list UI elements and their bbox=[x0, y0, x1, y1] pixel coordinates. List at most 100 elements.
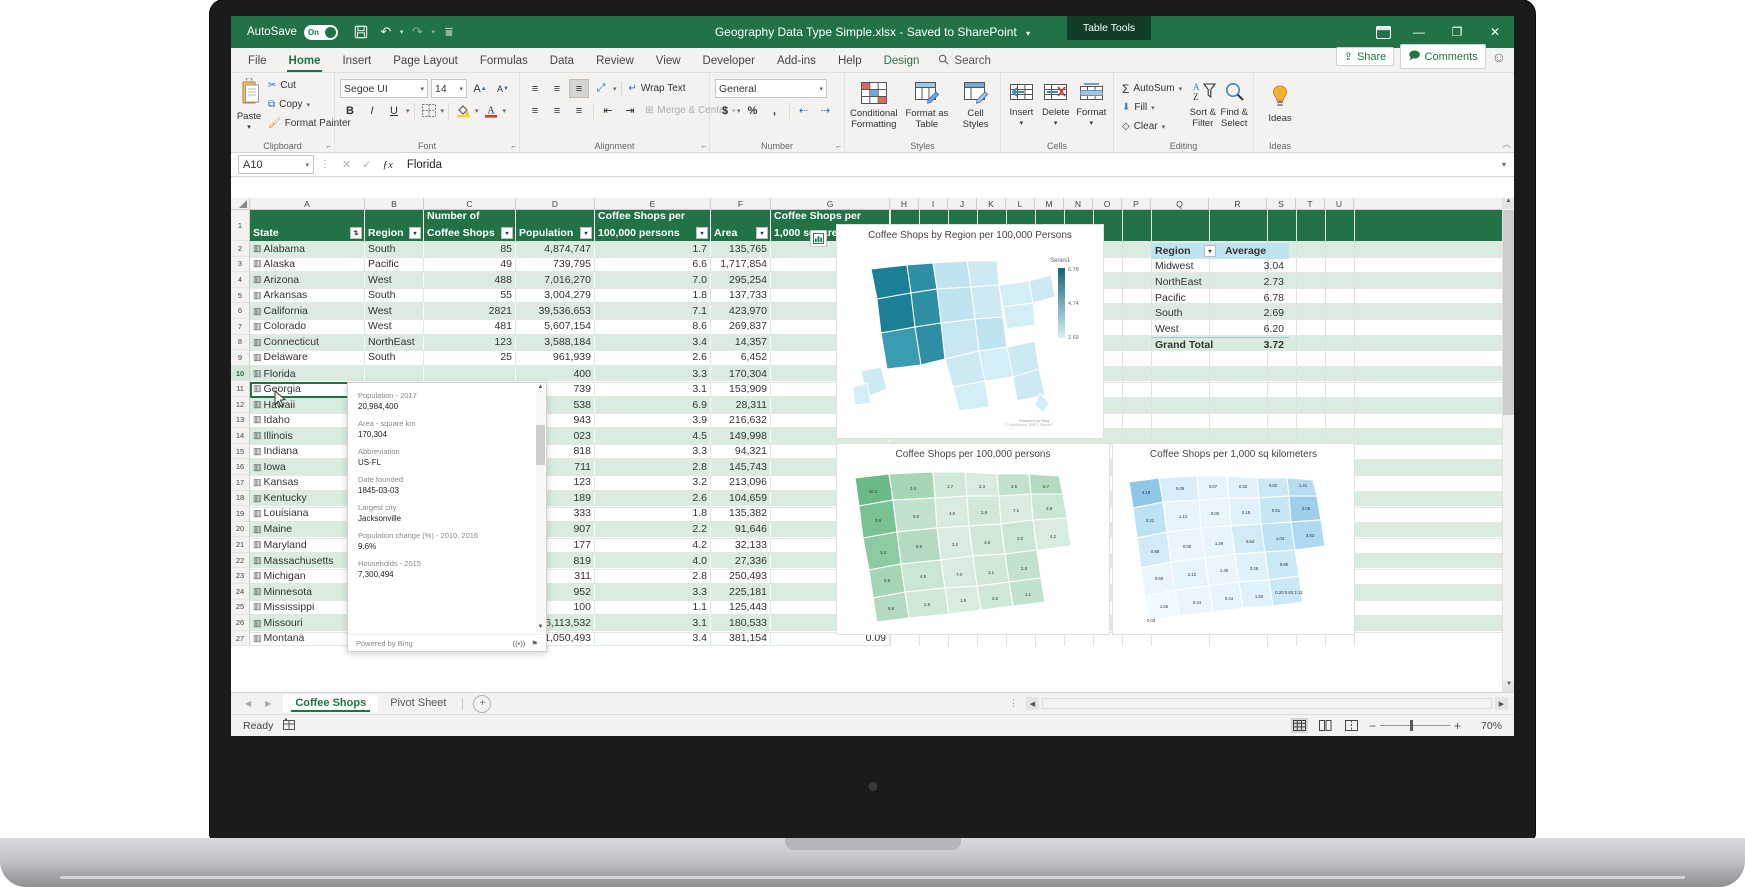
scroll-up-icon[interactable]: ▲ bbox=[1503, 198, 1514, 209]
row-header-27[interactable]: 27 bbox=[231, 631, 249, 647]
table-cell-area[interactable]: 145,743 bbox=[711, 459, 771, 475]
table-cell-area[interactable]: 295,254 bbox=[711, 272, 771, 288]
underline-caret-icon[interactable]: ▾ bbox=[406, 107, 410, 115]
column-header-I[interactable]: I bbox=[919, 198, 948, 209]
table-cell-shops[interactable] bbox=[424, 366, 516, 382]
table-cell-per100k[interactable]: 4.2 bbox=[595, 537, 711, 553]
table-cell-per100k[interactable]: 3.4 bbox=[595, 335, 711, 351]
table-cell-region[interactable]: South bbox=[365, 241, 424, 257]
table-cell-region[interactable]: West bbox=[365, 303, 424, 319]
tab-data[interactable]: Data bbox=[539, 52, 585, 72]
table-cell-area[interactable]: 170,304 bbox=[711, 366, 771, 382]
font-dialog-launcher[interactable]: ⌐ bbox=[511, 142, 516, 151]
accept-icon[interactable]: ✓ bbox=[362, 158, 371, 171]
data-card-scroll-up-icon[interactable]: ▲ bbox=[536, 384, 545, 393]
filter-button-shops[interactable]: ▾ bbox=[501, 227, 513, 239]
hscroll-right-icon[interactable]: ▶ bbox=[1495, 697, 1508, 710]
fill-color-button[interactable] bbox=[453, 101, 473, 120]
filter-button-region[interactable]: ▾ bbox=[409, 227, 421, 239]
undo-icon[interactable]: ↶ bbox=[375, 21, 397, 43]
row-header-10[interactable]: 10 bbox=[231, 366, 249, 382]
font-color-caret-icon[interactable]: ▾ bbox=[503, 107, 507, 115]
row-header-4[interactable]: 4 bbox=[231, 272, 249, 288]
column-header-Q[interactable]: Q bbox=[1151, 198, 1209, 209]
column-header-P[interactable]: P bbox=[1122, 198, 1151, 209]
column-header-T[interactable]: T bbox=[1296, 198, 1325, 209]
conditional-formatting-button[interactable]: Conditional Formatting bbox=[850, 80, 898, 130]
insert-caret-icon[interactable]: ▾ bbox=[1020, 119, 1024, 127]
row-header-17[interactable]: 17 bbox=[231, 475, 249, 491]
tab-formulas[interactable]: Formulas bbox=[469, 52, 539, 72]
row-header-2[interactable]: 2 bbox=[231, 241, 249, 257]
table-cell-area[interactable]: 381,154 bbox=[711, 631, 771, 647]
table-cell-region[interactable]: South bbox=[365, 350, 424, 366]
autosave-toggle[interactable]: On bbox=[304, 25, 338, 40]
table-cell-area[interactable]: 153,909 bbox=[711, 381, 771, 397]
table-cell-population[interactable]: 4,874,747 bbox=[516, 241, 595, 257]
row-header-7[interactable]: 7 bbox=[231, 319, 249, 335]
collapse-ribbon-icon[interactable]: ︿ bbox=[1502, 137, 1511, 150]
column-header-O[interactable]: O bbox=[1093, 198, 1122, 209]
tab-add-ins[interactable]: Add-ins bbox=[766, 52, 827, 72]
filter-button-population[interactable]: ▾ bbox=[580, 227, 592, 239]
align-right-button[interactable]: ≡ bbox=[569, 101, 589, 120]
select-all-corner[interactable] bbox=[231, 198, 250, 209]
table-cell-region[interactable]: South bbox=[365, 288, 424, 304]
clipboard-dialog-launcher[interactable]: ⌐ bbox=[326, 142, 331, 151]
column-header-F[interactable]: F bbox=[711, 198, 771, 209]
clear-caret-icon[interactable]: ▾ bbox=[1162, 123, 1166, 131]
tab-home[interactable]: Home bbox=[278, 52, 332, 72]
qat-more-icon[interactable]: ⩸ bbox=[438, 21, 460, 43]
tab-page-layout[interactable]: Page Layout bbox=[382, 52, 469, 72]
horizontal-scrollbar[interactable] bbox=[1042, 698, 1492, 709]
comments-button[interactable]: 🗩 Comments bbox=[1400, 44, 1485, 69]
table-cell-region[interactable]: Pacific bbox=[365, 257, 424, 273]
redo-icon[interactable]: ↷ bbox=[406, 21, 428, 43]
table-cell-area[interactable]: 1,717,854 bbox=[711, 257, 771, 273]
document-title-caret-icon[interactable]: ▾ bbox=[1026, 29, 1030, 38]
row-header-22[interactable]: 22 bbox=[231, 553, 249, 569]
table-cell-state[interactable]: ▥Alabama bbox=[250, 241, 365, 257]
geography-data-card[interactable]: Population - 2017 20,984,400 Area - squa… bbox=[347, 382, 547, 652]
format-as-table-button[interactable]: Format as Table bbox=[905, 80, 950, 130]
zoom-in-button[interactable]: + bbox=[1454, 719, 1461, 733]
increase-indent-button[interactable]: ⇥ bbox=[620, 101, 640, 120]
redo-caret-icon[interactable]: ▾ bbox=[431, 28, 435, 36]
row-header-11[interactable]: 11 bbox=[231, 381, 249, 397]
table-cell-state[interactable]: ▥Alaska bbox=[250, 257, 365, 273]
add-sheet-button[interactable]: + bbox=[473, 695, 491, 713]
column-header-G[interactable]: G bbox=[771, 198, 890, 209]
fill-color-caret-icon[interactable]: ▾ bbox=[475, 107, 479, 115]
cancel-icon[interactable]: ✕ bbox=[342, 158, 351, 171]
zoom-slider[interactable]: − + bbox=[1369, 719, 1461, 733]
italic-button[interactable]: I bbox=[362, 101, 382, 120]
column-header-B[interactable]: B bbox=[365, 198, 424, 209]
table-cell-per100k[interactable]: 3.3 bbox=[595, 444, 711, 460]
table-cell-per100k[interactable]: 3.3 bbox=[595, 584, 711, 600]
tab-developer[interactable]: Developer bbox=[692, 52, 766, 72]
row-header-13[interactable]: 13 bbox=[231, 413, 249, 429]
autosave-control[interactable]: AutoSave On bbox=[247, 25, 338, 40]
percent-button[interactable]: % bbox=[743, 101, 763, 120]
table-cell-per100k[interactable]: 2.6 bbox=[595, 491, 711, 507]
chart-region-map[interactable]: Coffee Shops by Region per 100,000 Perso… bbox=[836, 224, 1104, 439]
table-cell-population[interactable]: 39,536,653 bbox=[516, 303, 595, 319]
table-cell-region[interactable]: West bbox=[365, 272, 424, 288]
column-header-U[interactable]: U bbox=[1325, 198, 1354, 209]
font-size-caret-icon[interactable]: ▾ bbox=[459, 85, 463, 93]
table-cell-area[interactable]: 27,336 bbox=[711, 553, 771, 569]
ideas-button[interactable]: Ideas bbox=[1259, 82, 1301, 124]
table-cell-per100k[interactable]: 7.1 bbox=[595, 303, 711, 319]
search-box[interactable]: Search bbox=[938, 54, 990, 72]
column-header-L[interactable]: L bbox=[1006, 198, 1035, 209]
table-cell-per100k[interactable]: 7.0 bbox=[595, 272, 711, 288]
sheet-tab-pivot-sheet[interactable]: Pivot Sheet bbox=[378, 695, 458, 712]
filter-button-area[interactable]: ▾ bbox=[756, 227, 768, 239]
delete-cells-button[interactable]: Delete ▾ bbox=[1040, 80, 1072, 127]
alignment-dialog-launcher[interactable]: ⌐ bbox=[701, 142, 706, 151]
table-cell-population[interactable]: 739,795 bbox=[516, 257, 595, 273]
row-header-16[interactable]: 16 bbox=[231, 459, 249, 475]
table-cell-area[interactable]: 125,443 bbox=[711, 600, 771, 616]
row-header-6[interactable]: 6 bbox=[231, 303, 249, 319]
zoom-track[interactable] bbox=[1380, 725, 1450, 726]
